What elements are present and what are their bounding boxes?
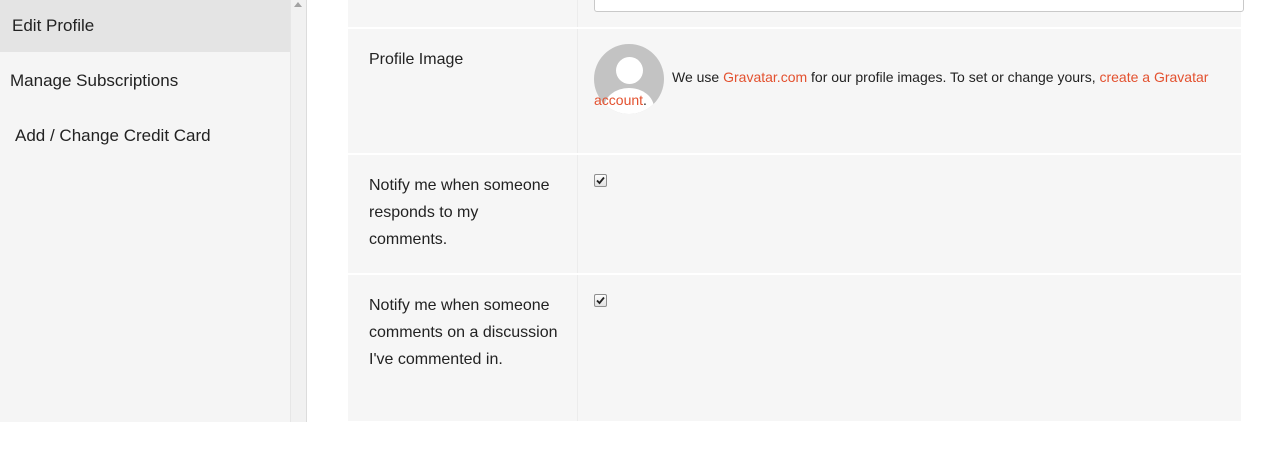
column-divider [577,0,578,421]
row-divider [348,273,1241,275]
profile-image-description: We use Gravatar.com for our profile imag… [594,69,1209,108]
sidebar-item-manage-subscriptions[interactable]: Manage Subscriptions [0,55,290,107]
sidebar-item-edit-profile[interactable]: Edit Profile [0,0,290,52]
notify-discussion-checkbox[interactable] [594,294,607,307]
checkmark-icon [596,176,605,185]
row-divider [348,27,1241,29]
notify-discussion-label: Notify me when someone comments on a dis… [369,297,558,368]
profile-image-label: Profile Image [369,51,464,68]
sidebar-item-label: Manage Subscriptions [10,71,179,90]
notify-responds-label: Notify me when someone responds to my co… [369,177,550,248]
notify-responds-checkbox[interactable] [594,174,607,187]
sidebar-item-credit-card[interactable]: Add / Change Credit Card [0,110,290,162]
checkmark-icon [596,296,605,305]
sidebar-scrollbar[interactable] [290,0,307,422]
sidebar: Edit Profile Manage Subscriptions Add / … [0,0,290,422]
sidebar-item-label: Add / Change Credit Card [15,126,211,145]
profile-form: Profile Image We use Gravatar.com for ou… [348,0,1244,421]
sidebar-item-label: Edit Profile [12,16,95,35]
text-input-field[interactable] [594,0,1244,12]
scroll-up-arrow-icon[interactable] [294,2,302,7]
row-divider [348,153,1241,155]
gravatar-link[interactable]: Gravatar.com [723,69,807,85]
